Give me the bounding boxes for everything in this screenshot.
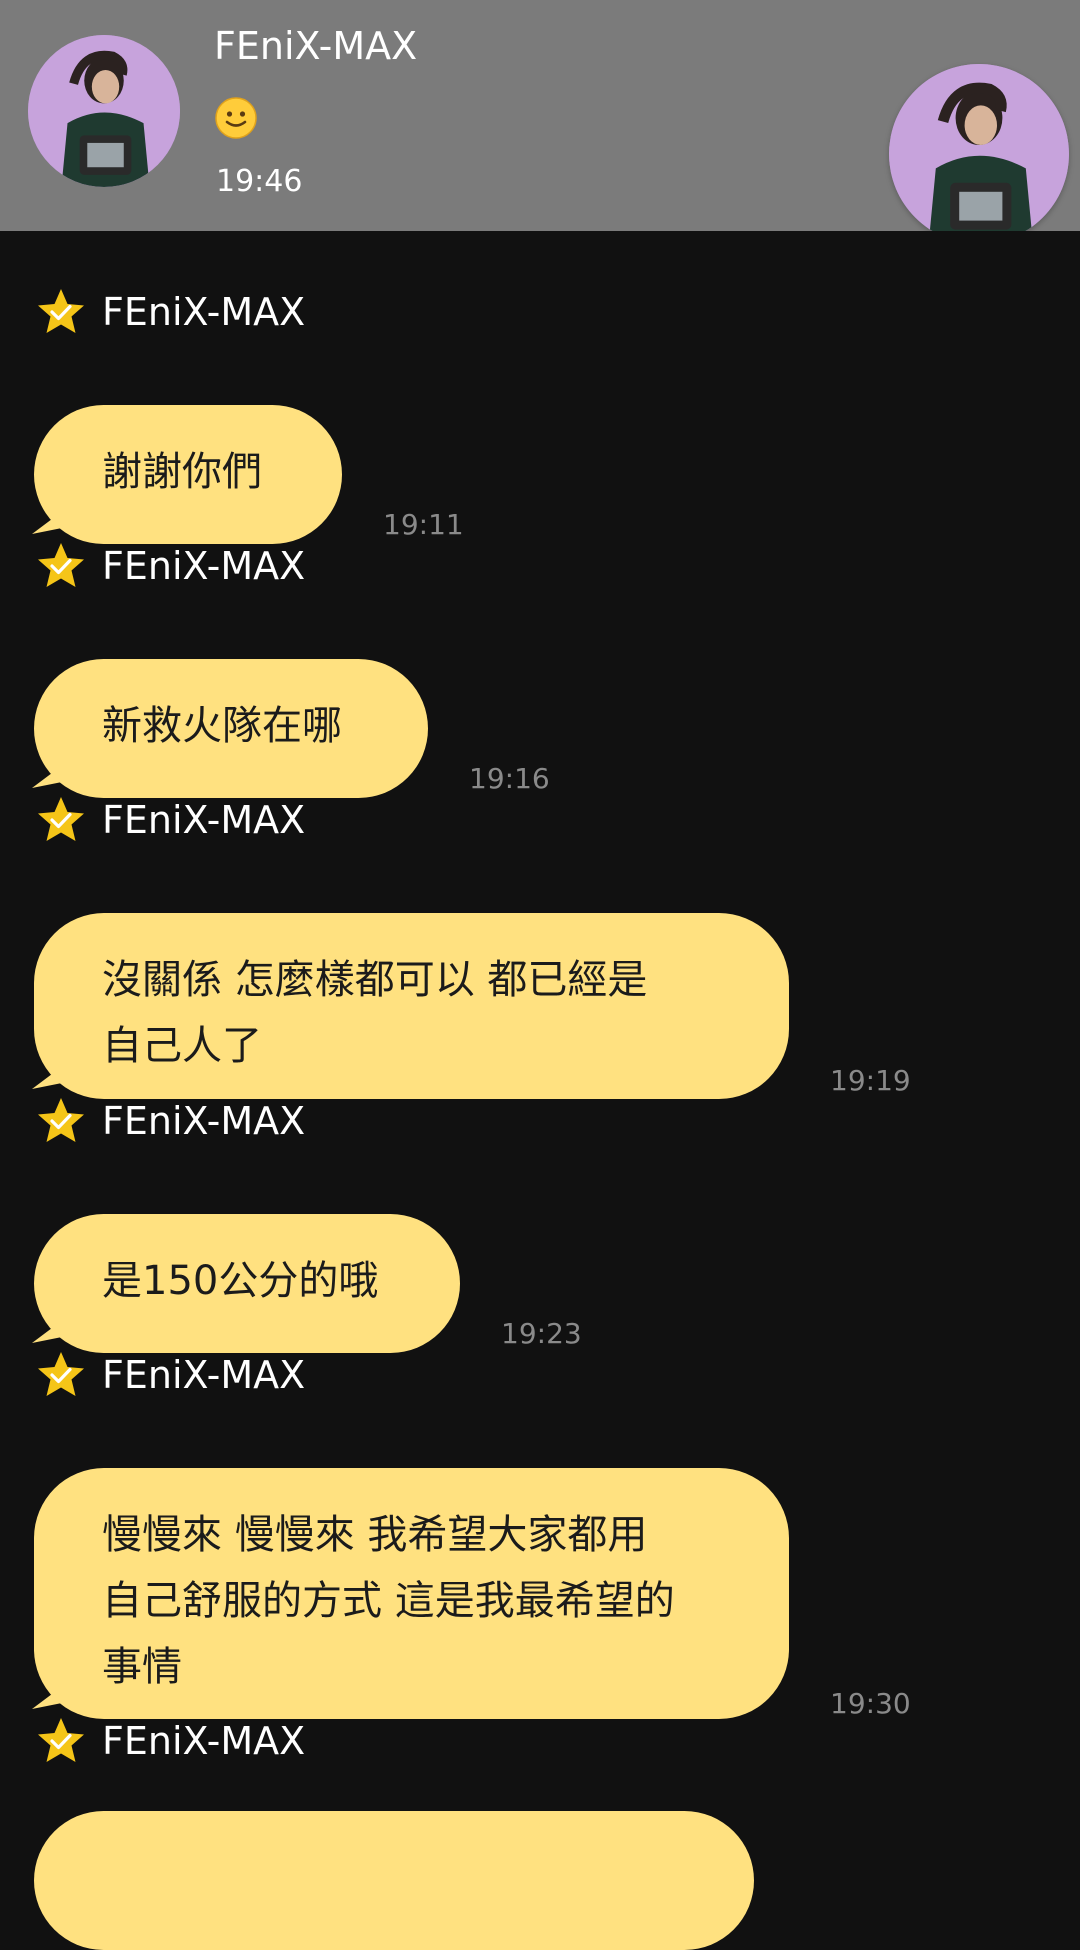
star-badge-icon — [38, 289, 84, 333]
message-sender: FEniX-MAX — [36, 287, 305, 337]
message-sender: FEniX-MAX — [36, 1716, 305, 1766]
star-badge-icon — [38, 1352, 84, 1396]
message-text: 是150公分的哦 — [34, 1214, 460, 1353]
chat-header: FEniX-MAX 19:46 — [0, 0, 1080, 244]
message-timestamp: 19:16 — [469, 762, 550, 795]
header-timestamp: 19:46 — [216, 164, 303, 199]
message-bubble[interactable] — [34, 1811, 754, 1950]
message-timestamp: 19:23 — [501, 1317, 582, 1350]
message-timestamp: 19:11 — [383, 508, 464, 541]
message-text: 沒關係 怎麼樣都可以 都已經是 自己人了 — [34, 913, 789, 1099]
message-text — [34, 1811, 754, 1950]
smiley-face-icon — [215, 97, 257, 139]
message-text: 謝謝你們 — [34, 405, 342, 544]
message-bubble[interactable]: 慢慢來 慢慢來 我希望大家都用 自己舒服的方式 這是我最希望的 事情 — [32, 1468, 789, 1719]
profile-avatar[interactable] — [28, 35, 180, 187]
message-bubble[interactable]: 新救火隊在哪 — [32, 659, 428, 798]
message-text: 新救火隊在哪 — [34, 659, 428, 798]
person-portrait-icon — [889, 64, 1069, 244]
message-timestamp: 19:19 — [830, 1064, 911, 1097]
message-sender: FEniX-MAX — [36, 541, 305, 591]
message-bubble[interactable]: 沒關係 怎麼樣都可以 都已經是 自己人了 — [32, 913, 789, 1099]
message-text: 慢慢來 慢慢來 我希望大家都用 自己舒服的方式 這是我最希望的 事情 — [34, 1468, 789, 1719]
star-badge-icon — [38, 1718, 84, 1762]
star-badge-icon — [38, 1098, 84, 1142]
message-bubble[interactable]: 謝謝你們 — [32, 405, 342, 544]
sender-name: FEniX-MAX — [102, 798, 306, 842]
sender-name: FEniX-MAX — [102, 290, 306, 334]
person-portrait-icon — [28, 35, 180, 187]
sender-name: FEniX-MAX — [102, 544, 306, 588]
message-sender: FEniX-MAX — [36, 795, 305, 845]
message-timestamp: 19:30 — [830, 1687, 911, 1720]
chat-title: FEniX-MAX — [214, 24, 418, 68]
message-bubble[interactable]: 是150公分的哦 — [32, 1214, 460, 1353]
sender-name: FEniX-MAX — [102, 1353, 306, 1397]
message-list[interactable]: FEniX-MAX 謝謝你們 19:11 FEniX-MAX 新救火隊在哪 19… — [0, 231, 1080, 1950]
sender-name: FEniX-MAX — [102, 1099, 306, 1143]
profile-avatar-large[interactable] — [889, 64, 1069, 244]
star-badge-icon — [38, 797, 84, 841]
star-badge-icon — [38, 543, 84, 587]
message-sender: FEniX-MAX — [36, 1350, 305, 1400]
message-sender: FEniX-MAX — [36, 1096, 305, 1146]
sender-name: FEniX-MAX — [102, 1719, 306, 1763]
